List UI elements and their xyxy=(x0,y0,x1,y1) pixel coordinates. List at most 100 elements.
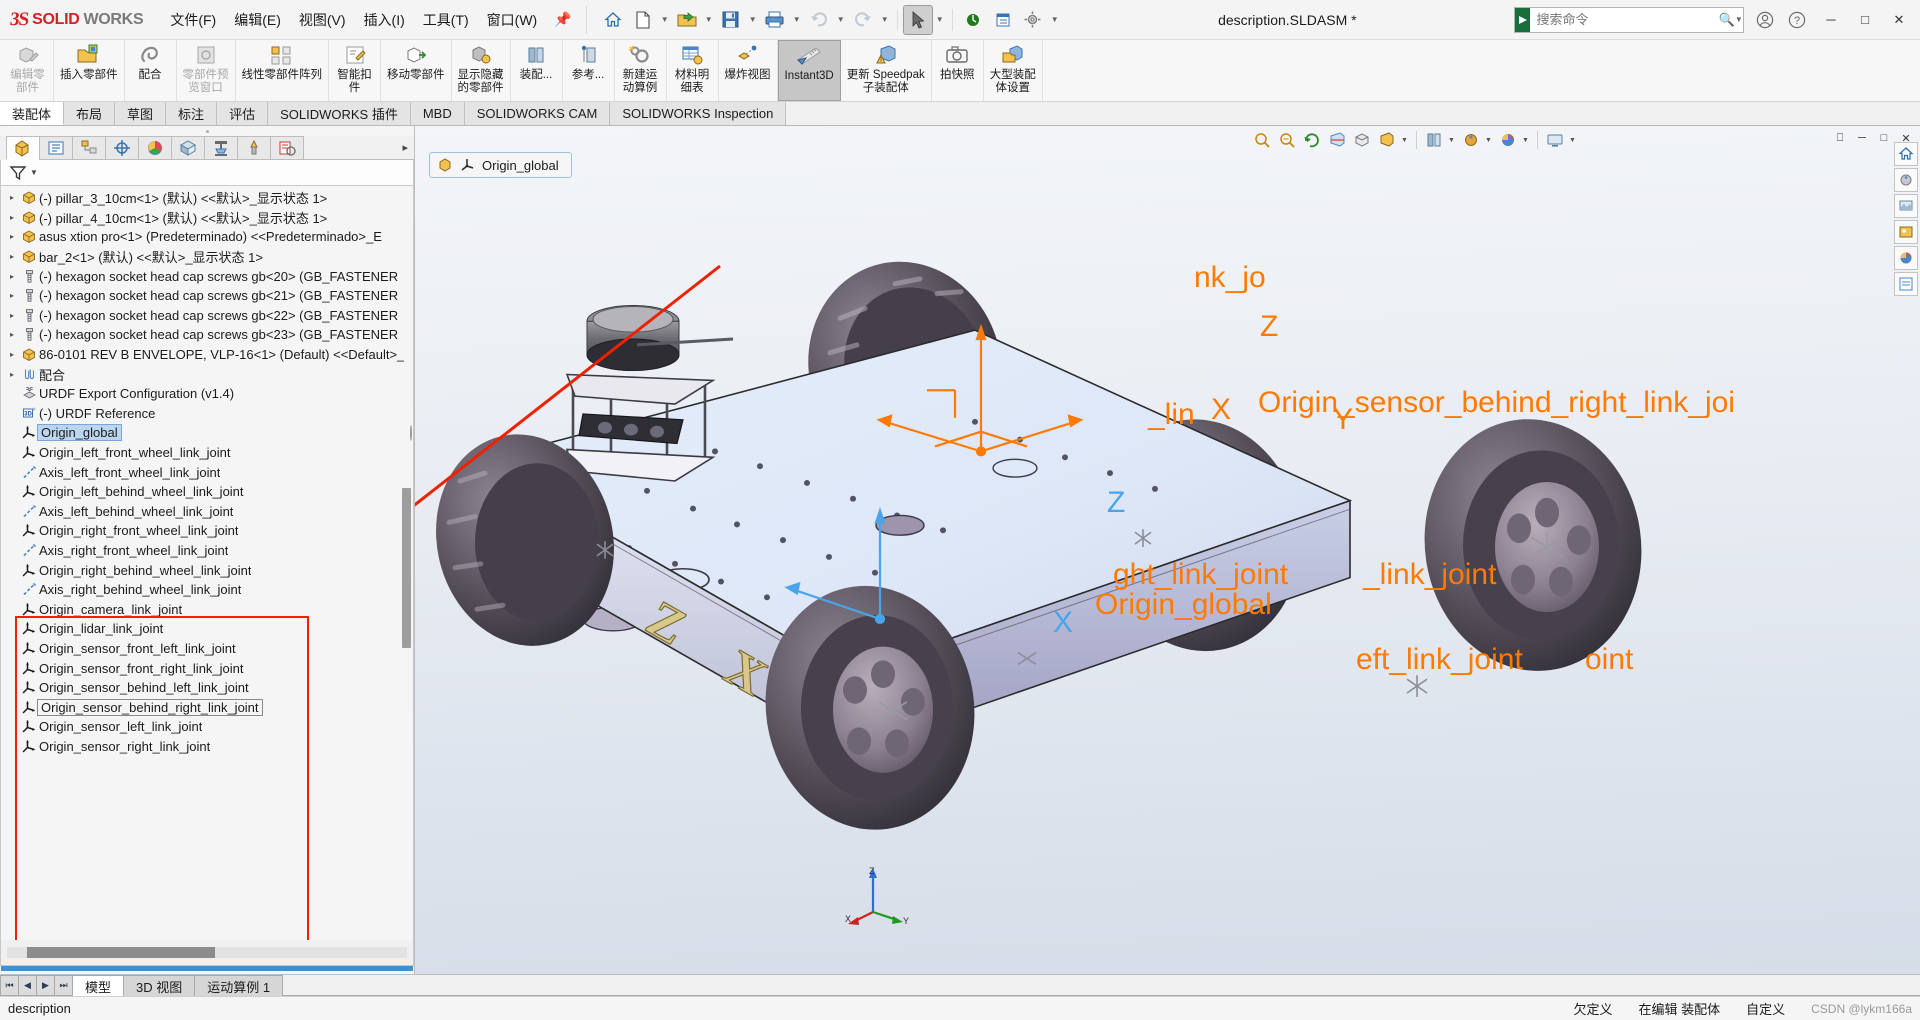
tree-row[interactable]: ▸ asus xtion pro<1> (Predeterminado) <<Pr… xyxy=(1,227,413,247)
tree-row[interactable]: Origin_sensor_behind_left_link_joint xyxy=(1,678,413,698)
expand-arrow-icon[interactable]: ▸ xyxy=(5,311,19,320)
options-gear-icon[interactable] xyxy=(1019,6,1047,34)
apply-scene-caret[interactable]: ▼ xyxy=(1522,137,1531,144)
expand-arrow-icon[interactable]: ▸ xyxy=(5,291,19,300)
ribbon-take-snapshot[interactable]: 拍快照 xyxy=(932,40,984,101)
tree-row[interactable]: Origin_sensor_front_left_link_joint xyxy=(1,639,413,659)
tab-solidworks-inspection[interactable]: SOLIDWORKS Inspection xyxy=(610,102,787,125)
tree-row[interactable]: Axis_left_behind_wheel_link_joint xyxy=(1,502,413,522)
scenes-panel-icon[interactable] xyxy=(1894,194,1918,218)
ribbon-large-assembly-settings[interactable]: 大型装配 体设置 xyxy=(984,40,1043,101)
tree-row[interactable]: ▸ (-) hexagon socket head cap screws gb<2… xyxy=(1,286,413,306)
expand-arrow-icon[interactable]: ▸ xyxy=(5,232,19,241)
search-scope-icon[interactable] xyxy=(1515,7,1531,32)
search-icon[interactable]: 🔍 xyxy=(1718,12,1734,28)
menu-view[interactable]: 视图(V) xyxy=(290,6,355,34)
expand-arrow-icon[interactable]: ▸ xyxy=(5,272,19,281)
tree-vertical-scrollbar[interactable] xyxy=(402,488,411,648)
open-document-caret[interactable]: ▼ xyxy=(703,15,715,24)
close-doc-window-icon[interactable]: ✕ xyxy=(1896,128,1916,148)
tree-row[interactable]: ▸ (-) pillar_4_10cm<1> (默认) <<默认>_显示状态 1> xyxy=(1,208,413,228)
bottom-tab-model[interactable]: 模型 xyxy=(72,975,125,996)
ribbon-assembly-features[interactable]: 装配... xyxy=(511,40,563,101)
fm-tab-configuration-manager[interactable] xyxy=(72,136,106,160)
ribbon-edit-component[interactable]: 编辑零 部件 xyxy=(2,40,54,101)
tree-row[interactable]: ▸ (-) pillar_3_10cm<1> (默认) <<默认>_显示状态 1> xyxy=(1,188,413,208)
expand-arrow-icon[interactable]: ▸ xyxy=(5,330,19,339)
menu-file[interactable]: 文件(F) xyxy=(161,6,225,34)
minimize-button[interactable]: ─ xyxy=(1814,4,1848,36)
search-caret-icon[interactable]: ▼ xyxy=(1735,15,1743,24)
fm-tab-inspection[interactable] xyxy=(270,136,304,160)
print-caret[interactable]: ▼ xyxy=(791,15,803,24)
ribbon-bill-of-materials[interactable]: 材料明 细表 xyxy=(667,40,719,101)
undo-icon[interactable] xyxy=(805,6,833,34)
filter-icon[interactable] xyxy=(9,164,27,182)
apply-scene-icon[interactable] xyxy=(1497,129,1519,151)
fm-tab-feature-tree[interactable] xyxy=(6,136,40,160)
next-tab-button[interactable]: ▶ xyxy=(36,975,55,996)
graphics-viewport[interactable]: ▼ ▼ ▼ ▼ ▼ ⎕ ─ □ ✕ Origin_global Z X Z X … xyxy=(415,126,1920,974)
search-input[interactable] xyxy=(1530,12,1719,27)
tree-row[interactable]: Origin_left_front_wheel_link_joint xyxy=(1,443,413,463)
fm-tab-dimxpert-manager[interactable] xyxy=(105,136,139,160)
tab-layout[interactable]: 布局 xyxy=(64,102,116,125)
select-caret[interactable]: ▼ xyxy=(934,15,946,24)
tab-solidworks-addins[interactable]: SOLIDWORKS 插件 xyxy=(268,102,411,125)
appearance-panel-icon[interactable] xyxy=(1894,168,1918,192)
menu-edit[interactable]: 编辑(E) xyxy=(225,6,290,34)
ribbon-update-speedpak[interactable]: ! 更新 Speedpak 子装配体 xyxy=(841,40,932,101)
expand-arrow-icon[interactable]: ▸ xyxy=(5,370,19,379)
tree-row[interactable]: Axis_right_front_wheel_link_joint xyxy=(1,541,413,561)
expand-arrow-icon[interactable]: ▸ xyxy=(5,193,19,202)
tree-row[interactable]: Origin_sensor_behind_right_link_joint xyxy=(1,697,413,717)
tab-markup[interactable]: 标注 xyxy=(166,102,218,125)
save-icon[interactable] xyxy=(717,6,745,34)
view-settings-icon[interactable] xyxy=(1544,129,1566,151)
file-properties-icon[interactable] xyxy=(989,6,1017,34)
tree-row[interactable]: Origin_global xyxy=(1,423,413,443)
save-caret[interactable]: ▼ xyxy=(747,15,759,24)
display-style-icon[interactable] xyxy=(1376,129,1398,151)
view-orientation-icon[interactable] xyxy=(1351,129,1373,151)
tree-horizontal-scroll-thumb[interactable] xyxy=(27,947,215,958)
maximize-doc-window-icon[interactable]: □ xyxy=(1874,128,1894,148)
ribbon-linear-component-pattern[interactable]: 线性零部件阵列 xyxy=(236,40,329,101)
tree-row[interactable]: Origin_left_behind_wheel_link_joint xyxy=(1,482,413,502)
tree-row[interactable]: Origin_right_behind_wheel_link_joint xyxy=(1,560,413,580)
tree-row[interactable]: ▸ (-) hexagon socket head cap screws gb<2… xyxy=(1,306,413,326)
decals-panel-icon[interactable] xyxy=(1894,220,1918,244)
breadcrumb[interactable]: Origin_global xyxy=(429,152,572,178)
tree-row[interactable]: Origin_camera_link_joint xyxy=(1,599,413,619)
expand-arrow-icon[interactable]: ▸ xyxy=(5,213,19,222)
tree-row[interactable]: ▸ (-) hexagon socket head cap screws gb<2… xyxy=(1,325,413,345)
custom-properties-icon[interactable] xyxy=(1894,272,1918,296)
fm-tab-display-manager[interactable] xyxy=(138,136,172,160)
user-account-icon[interactable] xyxy=(1750,5,1780,35)
expand-arrow-icon[interactable]: ▸ xyxy=(5,252,19,261)
menu-tools[interactable]: 工具(T) xyxy=(414,6,478,34)
tree-row[interactable]: ▸ 86-0101 REV B ENVELOPE, VLP-16<1> (Defa… xyxy=(1,345,413,365)
tree-row[interactable]: Origin_sensor_front_right_link_joint xyxy=(1,658,413,678)
tab-solidworks-cam[interactable]: SOLIDWORKS CAM xyxy=(464,102,611,125)
tree-row[interactable]: ▸ 配合 xyxy=(1,364,413,384)
section-view-icon[interactable] xyxy=(1326,129,1348,151)
tree-row[interactable]: ▸ bar_2<1> (默认) <<默认>_显示状态 1> xyxy=(1,247,413,267)
ribbon-mate[interactable]: 配合 xyxy=(125,40,177,101)
tree-row[interactable]: URDF Export Configuration (v1.4) xyxy=(1,384,413,404)
feature-tree[interactable]: ▸ (-) pillar_3_10cm<1> (默认) <<默认>_显示状态 1>… xyxy=(0,186,414,940)
tree-row[interactable]: Origin_right_front_wheel_link_joint xyxy=(1,521,413,541)
hide-show-caret[interactable]: ▼ xyxy=(1448,137,1457,144)
tab-mbd[interactable]: MBD xyxy=(410,102,465,125)
tree-row[interactable]: Origin_sensor_right_link_joint xyxy=(1,737,413,757)
filter-caret-icon[interactable]: ▼ xyxy=(30,168,38,177)
ribbon-move-component[interactable]: 移动零部件 xyxy=(381,40,452,101)
help-icon[interactable]: ? xyxy=(1782,5,1812,35)
fm-tab-cam-manager[interactable] xyxy=(237,136,271,160)
ribbon-show-hidden-components[interactable]: 显示隐藏 的零部件 xyxy=(452,40,511,101)
new-document-icon[interactable] xyxy=(629,6,657,34)
zoom-area-icon[interactable] xyxy=(1276,129,1298,151)
close-button[interactable]: ✕ xyxy=(1882,4,1916,36)
previous-view-icon[interactable] xyxy=(1301,129,1323,151)
pin-icon[interactable]: 📌 xyxy=(554,11,571,28)
